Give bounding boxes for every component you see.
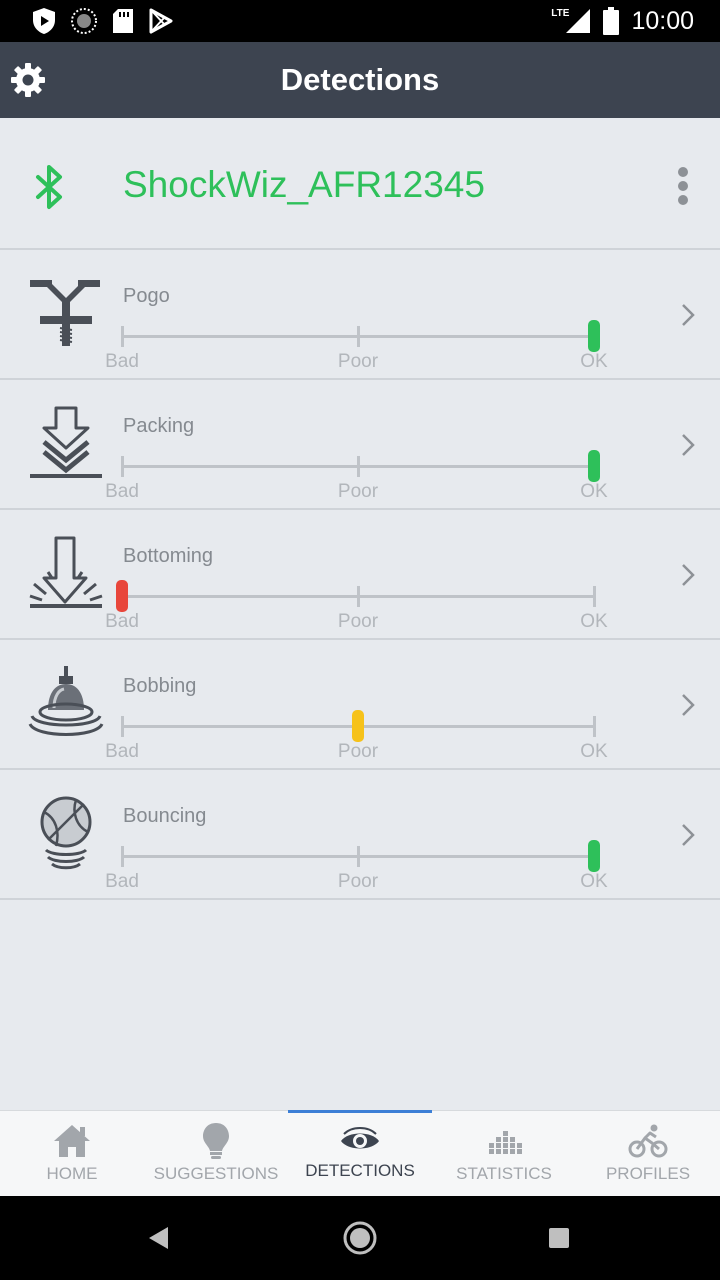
back-icon[interactable] (146, 1225, 172, 1251)
bottom-navigation: HOME SUGGESTIONS DETECTIONS STATISTICS P… (0, 1110, 720, 1197)
tick-bad (121, 456, 124, 477)
device-header[interactable]: ShockWiz_AFR12345 (0, 120, 720, 250)
level-track (121, 450, 600, 482)
detection-label: Bottoming (123, 545, 214, 567)
lightbulb-icon (203, 1123, 229, 1159)
chevron-right-icon[interactable] (680, 432, 696, 458)
bottoming-arrow-icon (29, 536, 103, 608)
scale-label-poor: Poor (337, 871, 379, 892)
detection-label: Bobbing (123, 675, 197, 697)
status-bar: LTE 10:00 (0, 0, 720, 42)
tab-profiles[interactable]: PROFILES (576, 1111, 720, 1197)
packing-arrows-icon (30, 406, 102, 478)
tick-poor (357, 326, 360, 347)
detection-row-bobbing[interactable]: Bobbing Bad Poor OK (0, 640, 720, 770)
scale-label-poor: Poor (337, 741, 379, 762)
scale-label-poor: Poor (337, 351, 379, 372)
detection-row-pogo[interactable]: Pogo Bad Poor OK (0, 250, 720, 380)
level-indicator (588, 450, 600, 482)
detection-label: Packing (123, 415, 195, 437)
clock: 10:00 (631, 6, 694, 35)
cyclist-icon (628, 1124, 668, 1158)
device-name: ShockWiz_AFR12345 (123, 164, 485, 205)
tab-statistics[interactable]: STATISTICS (432, 1111, 576, 1197)
tick-poor (357, 586, 360, 607)
scale-label-bad: Bad (105, 741, 139, 762)
detection-label: Pogo (123, 285, 170, 307)
pogo-stick-icon (30, 280, 100, 346)
tick-ok (593, 586, 596, 607)
play-store-icon (149, 8, 173, 34)
scale-label-ok: OK (580, 481, 608, 502)
sync-icon (71, 8, 97, 34)
scale-label-poor: Poor (337, 611, 379, 632)
shield-icon (33, 8, 55, 34)
scale-label-ok: OK (580, 871, 608, 892)
bouncing-ball-icon (40, 796, 92, 870)
status-right-icons: LTE 10:00 (551, 0, 694, 42)
level-indicator (352, 710, 364, 742)
home-icon (54, 1125, 90, 1157)
eye-icon (341, 1127, 379, 1149)
detection-label: Bouncing (123, 805, 207, 827)
level-track (116, 580, 596, 612)
scale-label-bad: Bad (105, 611, 139, 632)
scale-label-poor: Poor (337, 481, 379, 502)
system-navigation-bar (0, 1196, 720, 1280)
tab-home[interactable]: HOME (0, 1111, 144, 1197)
app-bar: Detections (0, 42, 720, 118)
scale-label-ok: OK (580, 741, 608, 762)
tab-detections[interactable]: DETECTIONS (288, 1110, 432, 1197)
recents-icon[interactable] (548, 1227, 570, 1249)
tab-suggestions[interactable]: SUGGESTIONS (144, 1111, 288, 1197)
chevron-right-icon[interactable] (680, 822, 696, 848)
tab-label: SUGGESTIONS (153, 1164, 279, 1183)
chevron-right-icon[interactable] (680, 692, 696, 718)
level-indicator (588, 320, 600, 352)
detection-row-bottoming[interactable]: Bottoming Bad Poor OK (0, 510, 720, 640)
bar-chart-icon (489, 1131, 522, 1154)
scale-label-bad: Bad (105, 481, 139, 502)
tick-bad (121, 716, 124, 737)
bobbing-buoy-icon (28, 666, 104, 736)
tab-label: DETECTIONS (305, 1161, 415, 1180)
scale-label-ok: OK (580, 611, 608, 632)
level-indicator (588, 840, 600, 872)
network-type: LTE (551, 7, 570, 19)
tick-poor (357, 456, 360, 477)
level-track (121, 710, 596, 742)
scale-label-bad: Bad (105, 351, 139, 372)
detection-row-packing[interactable]: Packing Bad Poor OK (0, 380, 720, 510)
sd-card-icon (113, 9, 133, 33)
scale-label-bad: Bad (105, 871, 139, 892)
tab-label: STATISTICS (456, 1164, 552, 1183)
tab-label: HOME (46, 1164, 98, 1183)
chevron-right-icon[interactable] (680, 562, 696, 588)
level-track (121, 840, 600, 872)
status-left-icons (32, 7, 174, 35)
detection-row-bouncing[interactable]: Bouncing Bad Poor OK (0, 770, 720, 900)
bluetooth-icon (36, 165, 62, 209)
tick-bad (121, 326, 124, 347)
home-circle-icon[interactable] (342, 1220, 378, 1256)
scale-label-ok: OK (580, 351, 608, 372)
battery-icon (603, 7, 620, 35)
level-indicator (116, 580, 128, 612)
tab-label: PROFILES (605, 1164, 691, 1183)
page-title: Detections (280, 62, 440, 97)
more-vert-icon[interactable] (674, 166, 692, 206)
level-track (121, 320, 600, 352)
tick-bad (121, 846, 124, 867)
tick-ok (593, 716, 596, 737)
chevron-right-icon[interactable] (680, 302, 696, 328)
tick-poor (357, 846, 360, 867)
